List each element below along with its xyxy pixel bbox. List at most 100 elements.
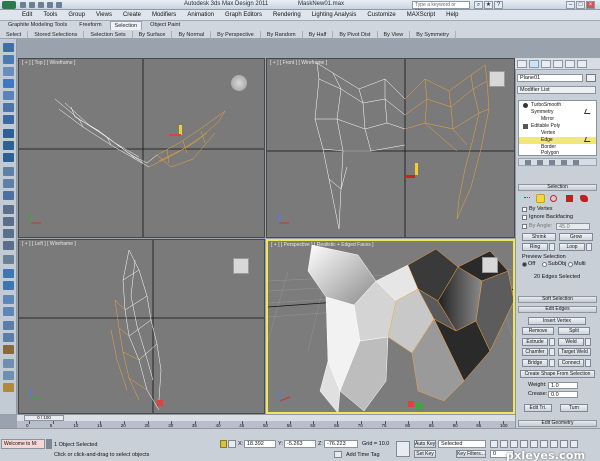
align-icon[interactable] [3,281,14,290]
symmetry-gizmo-icon[interactable] [584,109,592,114]
reference-coord-icon[interactable] [3,167,14,176]
polygon-mode-icon[interactable] [566,195,573,202]
shrink-button[interactable]: Shrink [522,233,556,241]
by-vertex-checkbox[interactable] [522,207,527,212]
help-icon[interactable]: ? [494,1,503,9]
connect-settings-icon[interactable] [585,359,591,367]
go-to-end-icon[interactable] [530,440,538,448]
connect-button[interactable]: Connect [558,359,584,367]
show-end-result-icon[interactable] [537,160,543,165]
viewport-perspective[interactable]: [ + ] [ Perspective ] [ Realistic + Edge… [266,239,515,414]
edit-edges-rollout-header[interactable]: Edit Edges [518,306,597,313]
target-weld-button[interactable]: Target Weld [558,348,591,356]
schematic-view-icon[interactable] [3,333,14,342]
ribbon-stored-selections[interactable]: Stored Selections [28,30,85,39]
select-object-icon[interactable] [3,79,14,88]
ring-button[interactable]: Ring [522,243,548,251]
select-link-icon[interactable] [3,43,14,52]
listener-resize-handle[interactable] [46,439,52,449]
viewport-top[interactable]: [ + ] [ Top ] [ Wireframe ] [18,58,265,238]
viewcube-persp-icon[interactable] [482,257,498,273]
stack-item-turbosmooth[interactable]: TurboSmooth [531,102,561,108]
hierarchy-tab-icon[interactable] [541,60,551,68]
modify-tab-icon[interactable] [529,60,539,68]
key-filters-button[interactable]: Key Filters... [456,450,486,458]
grow-button[interactable]: Grow [559,233,593,241]
object-color-swatch[interactable] [586,74,596,82]
unlink-icon[interactable] [3,55,14,64]
bind-space-warp-icon[interactable] [3,67,14,76]
open-file-icon[interactable] [29,2,35,8]
ribbon-tab-object-paint[interactable]: Object Paint [146,21,184,30]
weld-settings-icon[interactable] [585,338,591,346]
rect-selection-icon[interactable] [3,103,14,112]
next-frame-icon[interactable] [520,440,528,448]
play-icon[interactable] [510,440,518,448]
stack-item-vertex[interactable]: Vertex [541,130,555,136]
stack-item-polygon[interactable]: Polygon [541,150,559,156]
menu-modifiers[interactable]: Modifiers [152,12,176,18]
extrude-button[interactable]: Extrude [522,338,548,346]
absolute-mode-icon[interactable] [228,440,236,448]
select-by-name-icon[interactable] [3,91,14,100]
menu-help[interactable]: Help [446,12,458,18]
edit-geometry-rollout-header[interactable]: Edit Geometry [518,420,597,427]
app-logo-icon[interactable] [2,1,16,9]
menu-graph-editors[interactable]: Graph Editors [225,12,262,18]
pin-stack-icon[interactable] [525,160,531,165]
remove-modifier-icon[interactable] [561,160,567,165]
make-unique-icon[interactable] [549,160,555,165]
percent-snap-icon[interactable] [3,229,14,238]
minimize-icon[interactable]: – [566,1,575,9]
undo-icon[interactable] [47,2,53,8]
preview-subobj-radio[interactable] [542,262,547,267]
redo-icon[interactable] [56,2,62,8]
pivot-center-icon[interactable] [3,179,14,188]
y-coord-input[interactable]: -5.263 [284,440,316,448]
weight-input[interactable]: 1.0 [548,382,578,389]
ring-spinner[interactable] [549,243,555,251]
named-selection-icon[interactable] [3,255,14,264]
maximize-viewport-icon[interactable] [570,440,578,448]
material-editor-icon[interactable] [3,345,14,354]
viewcube-top-icon[interactable] [231,75,247,91]
menu-customize[interactable]: Customize [367,12,395,18]
menu-group[interactable]: Group [68,12,85,18]
spinner-snap-icon[interactable] [3,241,14,250]
ignore-backfacing-checkbox[interactable] [522,215,527,220]
ribbon-by-perspective[interactable]: By Perspective [211,30,261,39]
ribbon-by-view[interactable]: By View [378,30,411,39]
selection-rollout-header[interactable]: Selection [518,184,597,191]
star-icon[interactable]: ★ [484,1,493,9]
ribbon-by-random[interactable]: By Random [261,30,303,39]
soft-selection-rollout-header[interactable]: Soft Selection [518,296,597,303]
expand-icon[interactable] [523,124,528,129]
edit-tri-button[interactable]: Edit Tri. [524,404,552,412]
viewport-front[interactable]: [ + ] [ Front ] [ Wireframe ] [266,58,515,238]
stack-item-symmetry[interactable]: Symmetry [531,109,554,115]
configure-sets-icon[interactable] [573,160,579,165]
bridge-button[interactable]: Bridge [522,359,548,367]
by-angle-checkbox[interactable] [522,224,527,229]
previous-frame-icon[interactable] [500,440,508,448]
modifier-list-dropdown[interactable]: Modifier List [517,86,596,94]
border-mode-icon[interactable] [550,195,557,202]
by-angle-input[interactable]: 45.0 [556,223,590,230]
close-icon[interactable]: × [586,1,595,9]
time-tag-icon[interactable] [334,451,342,458]
vertex-mode-icon[interactable] [524,197,530,200]
remove-button[interactable]: Remove [522,327,554,335]
auto-key-button[interactable]: Auto Key [414,440,436,448]
ribbon-by-pivot-dist[interactable]: By Pivot Dist [333,30,378,39]
stack-item-edge[interactable]: Edge [541,137,553,143]
stack-item-mirror[interactable]: Mirror [541,116,554,122]
render-production-icon[interactable] [3,383,14,392]
menu-edit[interactable]: Edit [22,12,32,18]
scale-icon[interactable] [3,153,14,162]
maxscript-listener[interactable]: Welcome to M: [1,439,45,449]
curve-editor-icon[interactable] [3,321,14,330]
menu-maxscript[interactable]: MAXScript [407,12,435,18]
loop-spinner[interactable] [586,243,592,251]
save-file-icon[interactable] [38,2,44,8]
x-coord-input[interactable]: 18.392 [244,440,276,448]
